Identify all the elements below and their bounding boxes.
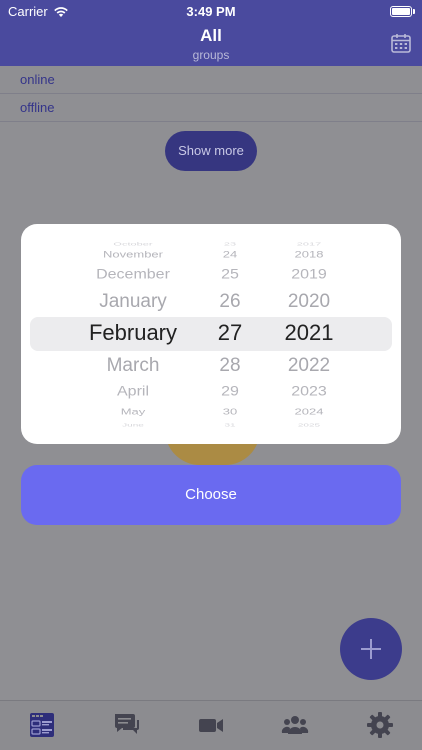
picker-year-option[interactable]: 2017 xyxy=(297,241,321,246)
picker-month-option[interactable]: May xyxy=(121,407,146,417)
choose-button[interactable]: Choose xyxy=(21,465,401,525)
messages-icon xyxy=(115,714,139,734)
picker-year-option[interactable]: 2024 xyxy=(295,407,324,417)
navigation-bar: All groups xyxy=(0,22,422,66)
picker-year-selected[interactable]: 2021 xyxy=(285,320,334,346)
picker-day-option[interactable]: 23 xyxy=(224,241,236,246)
picker-year-option[interactable]: 2018 xyxy=(295,249,324,260)
picker-year-option[interactable]: 2020 xyxy=(288,291,330,313)
calendar-icon[interactable] xyxy=(390,32,412,54)
status-time: 3:49 PM xyxy=(186,4,236,19)
groups-list-icon xyxy=(30,713,54,737)
add-button[interactable] xyxy=(340,618,402,680)
picker-day-option[interactable]: 31 xyxy=(224,423,235,428)
picker-year-option[interactable]: 2025 xyxy=(298,423,320,428)
picker-year-option[interactable]: 2019 xyxy=(291,267,327,282)
picker-year-option[interactable]: 2023 xyxy=(291,384,327,399)
status-bar: Carrier 3:49 PM xyxy=(0,0,422,22)
video-camera-icon xyxy=(199,719,223,732)
picker-month-option[interactable]: March xyxy=(107,355,160,377)
date-picker: October November December January Februa… xyxy=(21,224,401,444)
picker-day-option[interactable]: 29 xyxy=(221,384,239,399)
picker-month-option[interactable]: April xyxy=(117,384,149,399)
picker-selection-highlight xyxy=(30,317,392,351)
tab-messages[interactable] xyxy=(113,711,141,739)
list-item-online[interactable]: online xyxy=(0,66,422,94)
picker-day-option[interactable]: 30 xyxy=(223,407,237,417)
tab-contacts[interactable] xyxy=(281,711,309,739)
picker-day-option[interactable]: 25 xyxy=(221,267,239,282)
picker-year-option[interactable]: 2022 xyxy=(288,355,330,377)
picker-day-option[interactable]: 26 xyxy=(219,291,240,313)
picker-month-option[interactable]: June xyxy=(122,423,144,428)
picker-day-selected[interactable]: 27 xyxy=(218,320,242,346)
contacts-icon xyxy=(281,716,309,734)
battery-icon xyxy=(390,6,415,17)
tab-settings[interactable] xyxy=(366,711,394,739)
tab-groups[interactable] xyxy=(28,711,56,739)
picker-month-option[interactable]: October xyxy=(113,241,152,246)
picker-day-option[interactable]: 28 xyxy=(219,355,240,377)
picker-month-selected[interactable]: February xyxy=(89,320,177,346)
tab-bar xyxy=(0,700,422,750)
settings-gear-icon xyxy=(367,712,393,738)
tab-video[interactable] xyxy=(197,711,225,739)
picker-day-option[interactable]: 24 xyxy=(223,249,237,260)
nav-subtitle: groups xyxy=(192,48,230,62)
list-item-offline[interactable]: offline xyxy=(0,94,422,122)
picker-month-option[interactable]: January xyxy=(99,291,167,313)
picker-month-option[interactable]: December xyxy=(96,267,170,282)
show-more-button[interactable]: Show more xyxy=(165,131,257,171)
picker-month-option[interactable]: November xyxy=(103,249,163,260)
nav-title: All xyxy=(200,26,222,45)
